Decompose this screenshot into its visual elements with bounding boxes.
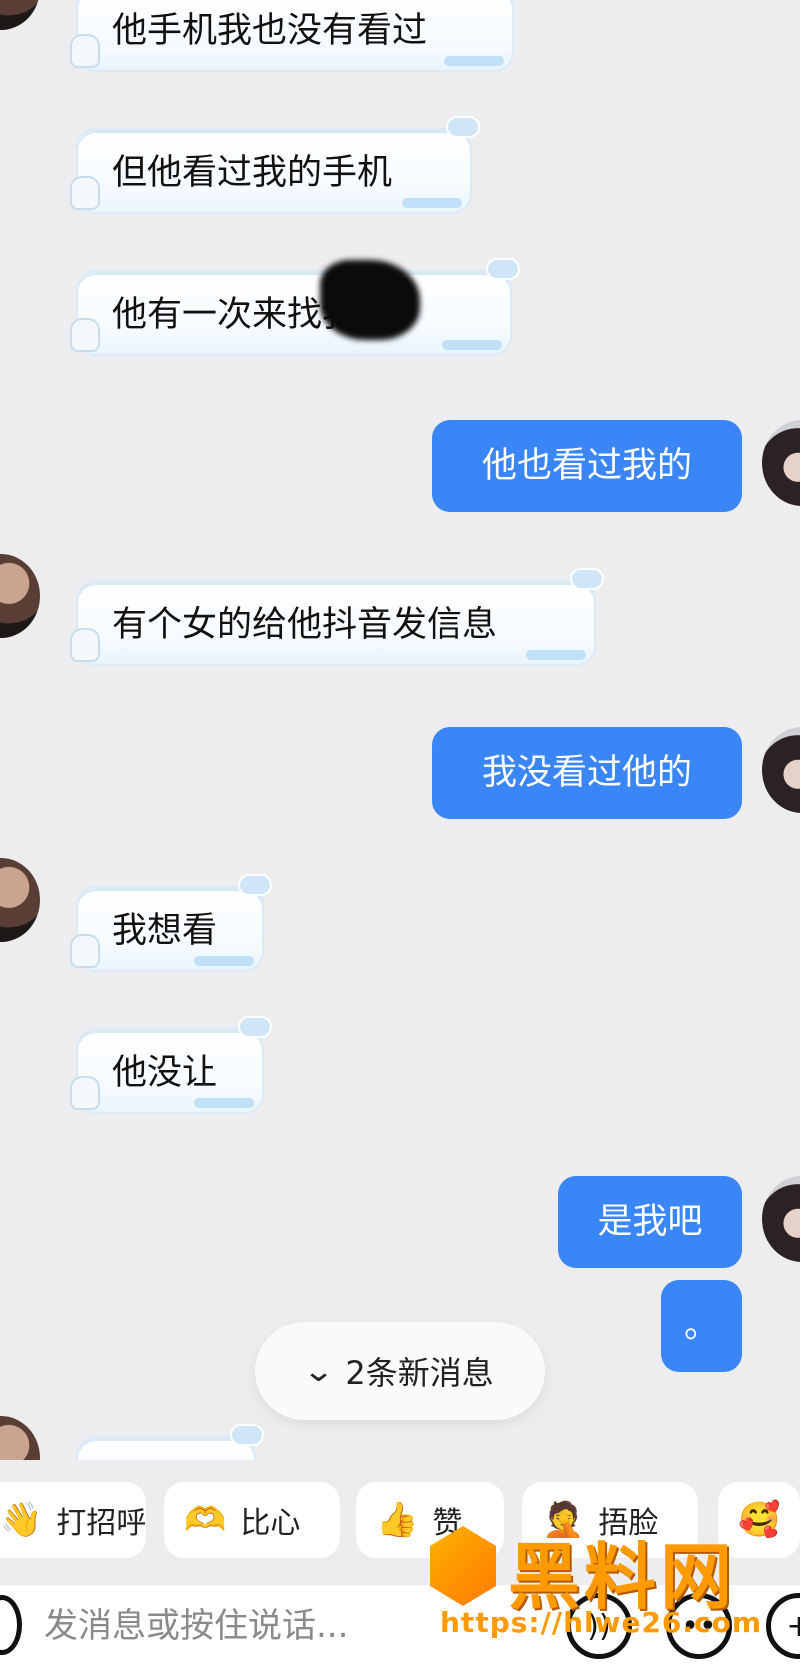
wave-icon: 👋 (0, 1500, 43, 1540)
bear-decoration-icon (70, 934, 100, 968)
my-avatar[interactable] (762, 420, 800, 506)
ice-decoration-icon (194, 956, 254, 966)
ice-decoration-icon (442, 340, 502, 350)
message-input[interactable] (44, 1595, 484, 1657)
new-messages-label: 2条新消息 (345, 1354, 494, 1392)
new-messages-button[interactable]: ⌄ 2条新消息 (255, 1322, 545, 1420)
message-text: 有个女的给他抖音发信息 (112, 605, 498, 645)
ice-decoration-icon (194, 1098, 254, 1108)
outgoing-bubble[interactable]: 他也看过我的 (432, 420, 742, 512)
bear-decoration-icon (70, 34, 100, 68)
ice-decoration-icon (526, 650, 586, 660)
bear-decoration-icon (70, 1076, 100, 1110)
contact-avatar[interactable] (0, 554, 40, 638)
outgoing-bubble[interactable]: 是我吧 (558, 1176, 742, 1268)
message-text: 是我吧 (597, 1202, 703, 1242)
incoming-bubble[interactable]: 他手机我也没有看过 (70, 0, 514, 72)
ice-decoration-icon (402, 198, 462, 208)
cloud-decoration-icon (486, 258, 520, 280)
contact-avatar[interactable] (0, 858, 40, 942)
incoming-bubble[interactable]: 他没让 (70, 1016, 272, 1114)
incoming-bubble[interactable]: 有个女的给他抖音发信息 (70, 568, 604, 666)
chat-area[interactable]: 他手机我也没有看过 但他看过我的手机 他有一次来找我 他也看过我的 有个女的给他… (0, 0, 800, 1460)
incoming-bubble[interactable]: 他有一次来找我 (70, 258, 520, 356)
message-text: 。 (683, 1306, 719, 1346)
contact-avatar[interactable] (0, 1416, 40, 1460)
message-text: 他手机我也没有看过 (112, 11, 428, 51)
message-text: 我没看过他的 (481, 753, 692, 793)
cloud-decoration-icon (570, 568, 604, 590)
quick-reply-label: 比心 (240, 1506, 301, 1541)
watermark: 黑料网 https://hlwe26.com (430, 1518, 770, 1639)
cloud-decoration-icon (238, 1016, 272, 1038)
watermark-logo-icon (430, 1526, 496, 1606)
outgoing-bubble[interactable]: 。 (661, 1280, 742, 1372)
message-text: 但他看过我的手机 (112, 153, 393, 193)
my-avatar[interactable] (762, 1176, 800, 1262)
message-text: 他也看过我的 (481, 446, 692, 486)
outgoing-bubble[interactable]: 我没看过他的 (432, 727, 742, 819)
message-text: 他没让 (112, 1053, 218, 1093)
contact-avatar[interactable] (0, 0, 40, 30)
bear-decoration-icon (70, 176, 100, 210)
bear-decoration-icon (70, 628, 100, 662)
quick-reply-heart[interactable]: 🫶 比心 (164, 1482, 340, 1558)
plus-icon[interactable]: + (766, 1593, 800, 1659)
quick-reply-label: 打招呼 (56, 1506, 147, 1541)
my-avatar[interactable] (762, 727, 800, 813)
incoming-bubble[interactable] (76, 1424, 264, 1460)
cloud-decoration-icon (230, 1424, 264, 1446)
cloud-decoration-icon (238, 874, 272, 896)
bear-decoration-icon (70, 318, 100, 352)
redaction-mark (320, 260, 420, 340)
message-text: 我想看 (112, 911, 218, 951)
incoming-bubble[interactable]: 我想看 (70, 874, 272, 972)
watermark-url: https://hlwe26.com (440, 1606, 763, 1639)
cloud-decoration-icon (446, 116, 480, 138)
chevron-double-down-icon: ⌄ (302, 1353, 336, 1389)
voice-toggle-icon[interactable] (0, 1595, 22, 1655)
quick-reply-wave[interactable]: 👋 打招呼 (0, 1482, 146, 1558)
incoming-bubble[interactable]: 但他看过我的手机 (70, 116, 480, 214)
ice-decoration-icon (444, 56, 504, 66)
thumbs-up-icon: 👍 (376, 1500, 419, 1540)
heart-hands-icon: 🫶 (184, 1500, 227, 1540)
